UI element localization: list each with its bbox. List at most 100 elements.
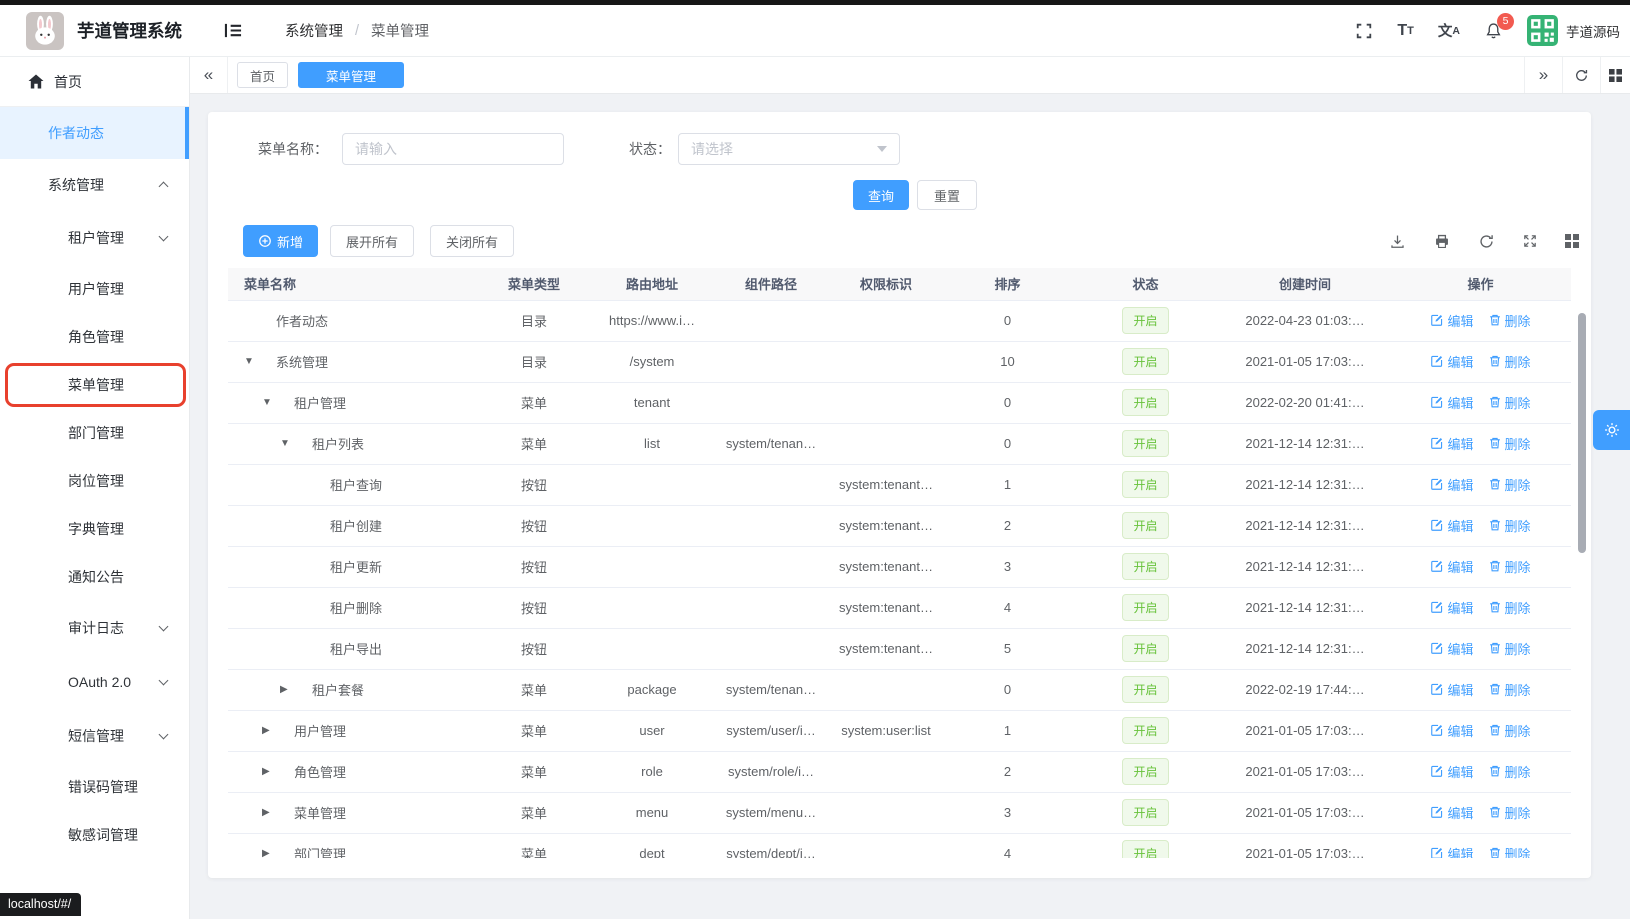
- sidebar-fold-icon[interactable]: [224, 22, 243, 39]
- edit-button[interactable]: 编辑: [1430, 434, 1473, 453]
- font-size-icon[interactable]: TT: [1397, 22, 1414, 40]
- edit-button[interactable]: 编辑: [1430, 393, 1473, 412]
- window-edge-strip: [0, 0, 1630, 5]
- status-select[interactable]: 请选择: [678, 133, 900, 165]
- edit-button[interactable]: 编辑: [1430, 721, 1473, 740]
- sidebar-item-user-management[interactable]: 用户管理: [0, 265, 189, 313]
- menu-name-text: 用户管理: [294, 721, 346, 740]
- edit-button[interactable]: 编辑: [1430, 557, 1473, 576]
- edit-button[interactable]: 编辑: [1430, 598, 1473, 617]
- tabs-grid-icon[interactable]: [1600, 57, 1630, 93]
- status-badge: 开启: [1122, 471, 1168, 498]
- sidebar-item-role-management[interactable]: 角色管理: [0, 313, 189, 361]
- delete-button[interactable]: 删除: [1488, 557, 1531, 576]
- avatar[interactable]: [1527, 15, 1558, 46]
- query-button[interactable]: 查询: [853, 180, 909, 210]
- sidebar-item-tenant-management[interactable]: 租户管理: [0, 211, 189, 265]
- created-time-cell: 2022-02-19 17:44:…: [1220, 669, 1390, 710]
- sidebar-item-menu-management[interactable]: 菜单管理: [0, 361, 189, 409]
- fullscreen-expand-icon[interactable]: [1522, 233, 1538, 249]
- tree-expand-icon[interactable]: ▶: [262, 725, 280, 736]
- menu-name-cell: ▶ 用户管理: [228, 710, 478, 751]
- tabs-refresh-button[interactable]: [1562, 57, 1600, 93]
- delete-button[interactable]: 删除: [1488, 762, 1531, 781]
- edit-button[interactable]: 编辑: [1430, 475, 1473, 494]
- tree-collapse-icon[interactable]: ▼: [262, 397, 280, 408]
- status-cell: 开启: [1071, 833, 1220, 858]
- delete-button[interactable]: 删除: [1488, 516, 1531, 535]
- user-menu[interactable]: 芋道源码: [1527, 15, 1620, 46]
- notification-bell-icon[interactable]: 5: [1484, 21, 1503, 41]
- delete-button[interactable]: 删除: [1488, 680, 1531, 699]
- sidebar-item-post-management[interactable]: 岗位管理: [0, 457, 189, 505]
- fullscreen-icon[interactable]: [1355, 22, 1373, 40]
- tab-menu-management[interactable]: 菜单管理: [298, 62, 404, 88]
- reset-button[interactable]: 重置: [917, 180, 977, 210]
- tree-expand-icon[interactable]: ▶: [262, 807, 280, 818]
- edit-button[interactable]: 编辑: [1430, 352, 1473, 371]
- column-settings-grid-icon[interactable]: [1565, 234, 1579, 248]
- permission-cell: system:tenant…: [828, 464, 944, 505]
- language-icon[interactable]: 文A: [1438, 20, 1460, 41]
- sidebar-item-oauth2[interactable]: OAuth 2.0: [0, 655, 189, 709]
- sidebar-item-label: 角色管理: [68, 327, 124, 347]
- delete-button[interactable]: 删除: [1488, 475, 1531, 494]
- edit-button[interactable]: 编辑: [1430, 680, 1473, 699]
- delete-button[interactable]: 删除: [1488, 598, 1531, 617]
- delete-button[interactable]: 删除: [1488, 721, 1531, 740]
- delete-button[interactable]: 删除: [1488, 434, 1531, 453]
- menu-type-cell: 按钮: [478, 505, 590, 546]
- menu-name-cell: ▼租户列表: [228, 423, 478, 464]
- download-icon[interactable]: [1389, 233, 1406, 250]
- edit-button[interactable]: 编辑: [1430, 311, 1473, 330]
- route-cell: /system: [590, 341, 714, 382]
- delete-button[interactable]: 删除: [1488, 844, 1531, 858]
- sidebar-item-author-activity[interactable]: 作者动态: [0, 107, 189, 159]
- tabs-scroll-right-button[interactable]: »: [1524, 57, 1562, 93]
- username: 芋道源码: [1566, 21, 1620, 41]
- tabs-scroll-left-button[interactable]: «: [190, 57, 228, 93]
- sidebar-item-audit-log[interactable]: 审计日志: [0, 601, 189, 655]
- sidebar-item-system-management[interactable]: 系统管理: [0, 159, 189, 211]
- table-scrollbar[interactable]: [1578, 313, 1586, 553]
- delete-button[interactable]: 删除: [1488, 639, 1531, 658]
- actions-cell: 编辑删除: [1390, 587, 1571, 628]
- delete-button[interactable]: 删除: [1488, 393, 1531, 412]
- menu-name-text: 租户套餐: [312, 680, 364, 699]
- sidebar-item-dict-management[interactable]: 字典管理: [0, 505, 189, 553]
- sort-cell: 4: [944, 833, 1071, 858]
- sort-cell: 5: [944, 628, 1071, 669]
- sidebar-item-sms-management[interactable]: 短信管理: [0, 709, 189, 763]
- menu-type-cell: 目录: [478, 341, 590, 382]
- breadcrumb-parent[interactable]: 系统管理: [285, 20, 343, 41]
- tree-expand-icon[interactable]: ▶: [262, 848, 280, 858]
- edit-button[interactable]: 编辑: [1430, 803, 1473, 822]
- edit-button[interactable]: 编辑: [1430, 762, 1473, 781]
- sidebar-item-error-code-management[interactable]: 错误码管理: [0, 763, 189, 811]
- component-cell: system/menu…: [714, 792, 828, 833]
- tree-collapse-icon[interactable]: ▼: [280, 438, 298, 449]
- sidebar-item-notice[interactable]: 通知公告: [0, 553, 189, 601]
- expand-all-button[interactable]: 展开所有: [330, 225, 414, 257]
- refresh-icon[interactable]: [1478, 233, 1495, 250]
- edit-button[interactable]: 编辑: [1430, 844, 1473, 858]
- created-time-cell: 2021-12-14 12:31:…: [1220, 423, 1390, 464]
- settings-fab[interactable]: [1593, 410, 1630, 450]
- tab-home[interactable]: 首页: [237, 62, 288, 88]
- delete-button[interactable]: 删除: [1488, 311, 1531, 330]
- add-button[interactable]: 新增: [243, 225, 318, 257]
- tree-expand-icon[interactable]: ▶: [280, 684, 298, 695]
- collapse-all-button[interactable]: 关闭所有: [430, 225, 514, 257]
- menu-name-input[interactable]: [342, 133, 564, 165]
- status-cell: 开启: [1071, 546, 1220, 587]
- delete-button[interactable]: 删除: [1488, 352, 1531, 371]
- sidebar-item-dept-management[interactable]: 部门管理: [0, 409, 189, 457]
- edit-button[interactable]: 编辑: [1430, 639, 1473, 658]
- edit-button[interactable]: 编辑: [1430, 516, 1473, 535]
- tree-collapse-icon[interactable]: ▼: [244, 356, 262, 367]
- tree-expand-icon[interactable]: ▶: [262, 766, 280, 777]
- print-icon[interactable]: [1433, 233, 1451, 250]
- sidebar-item-sensitive-word-management[interactable]: 敏感词管理: [0, 811, 189, 859]
- sidebar-item-home[interactable]: 首页: [0, 57, 189, 107]
- delete-button[interactable]: 删除: [1488, 803, 1531, 822]
